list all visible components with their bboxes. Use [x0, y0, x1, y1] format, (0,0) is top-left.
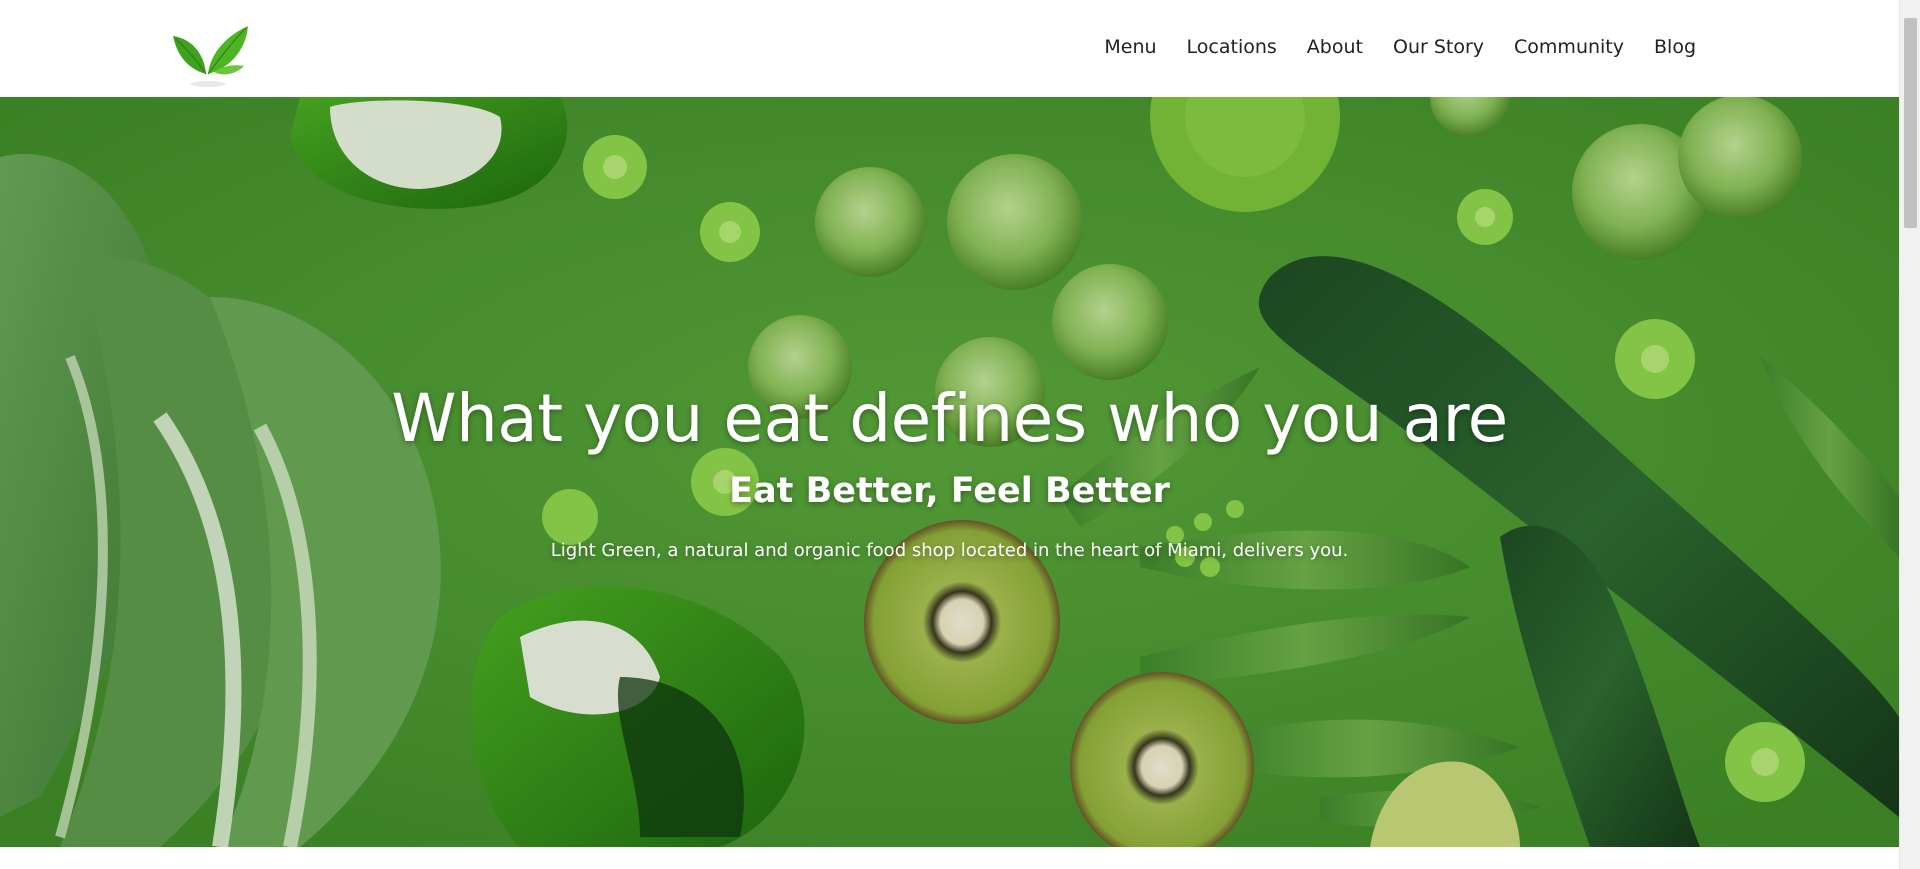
nav-item-our-story[interactable]: Our Story: [1378, 30, 1499, 64]
hero-text: What you eat defines who you are Eat Bet…: [0, 97, 1899, 847]
logo-link[interactable]: [170, 22, 250, 92]
hero-section: What you eat defines who you are Eat Bet…: [0, 97, 1899, 847]
nav-item-locations[interactable]: Locations: [1172, 30, 1292, 64]
hero-title: What you eat defines who you are: [391, 380, 1508, 457]
page: Menu Locations About Our Story Community…: [0, 0, 1920, 869]
leaf-logo-icon: [173, 26, 248, 87]
site-header: Menu Locations About Our Story Community…: [0, 0, 1899, 97]
page-below-hero: [0, 847, 1899, 869]
hero-subtitle: Eat Better, Feel Better: [729, 471, 1170, 511]
vertical-scrollbar[interactable]: [1899, 0, 1920, 869]
nav-item-about[interactable]: About: [1292, 30, 1378, 64]
hero-description: Light Green, a natural and organic food …: [550, 540, 1349, 561]
scrollbar-thumb[interactable]: [1904, 18, 1917, 228]
main-nav: Menu Locations About Our Story Community…: [1089, 30, 1711, 64]
nav-item-blog[interactable]: Blog: [1639, 30, 1711, 64]
nav-item-menu[interactable]: Menu: [1089, 30, 1171, 64]
nav-item-community[interactable]: Community: [1499, 30, 1639, 64]
